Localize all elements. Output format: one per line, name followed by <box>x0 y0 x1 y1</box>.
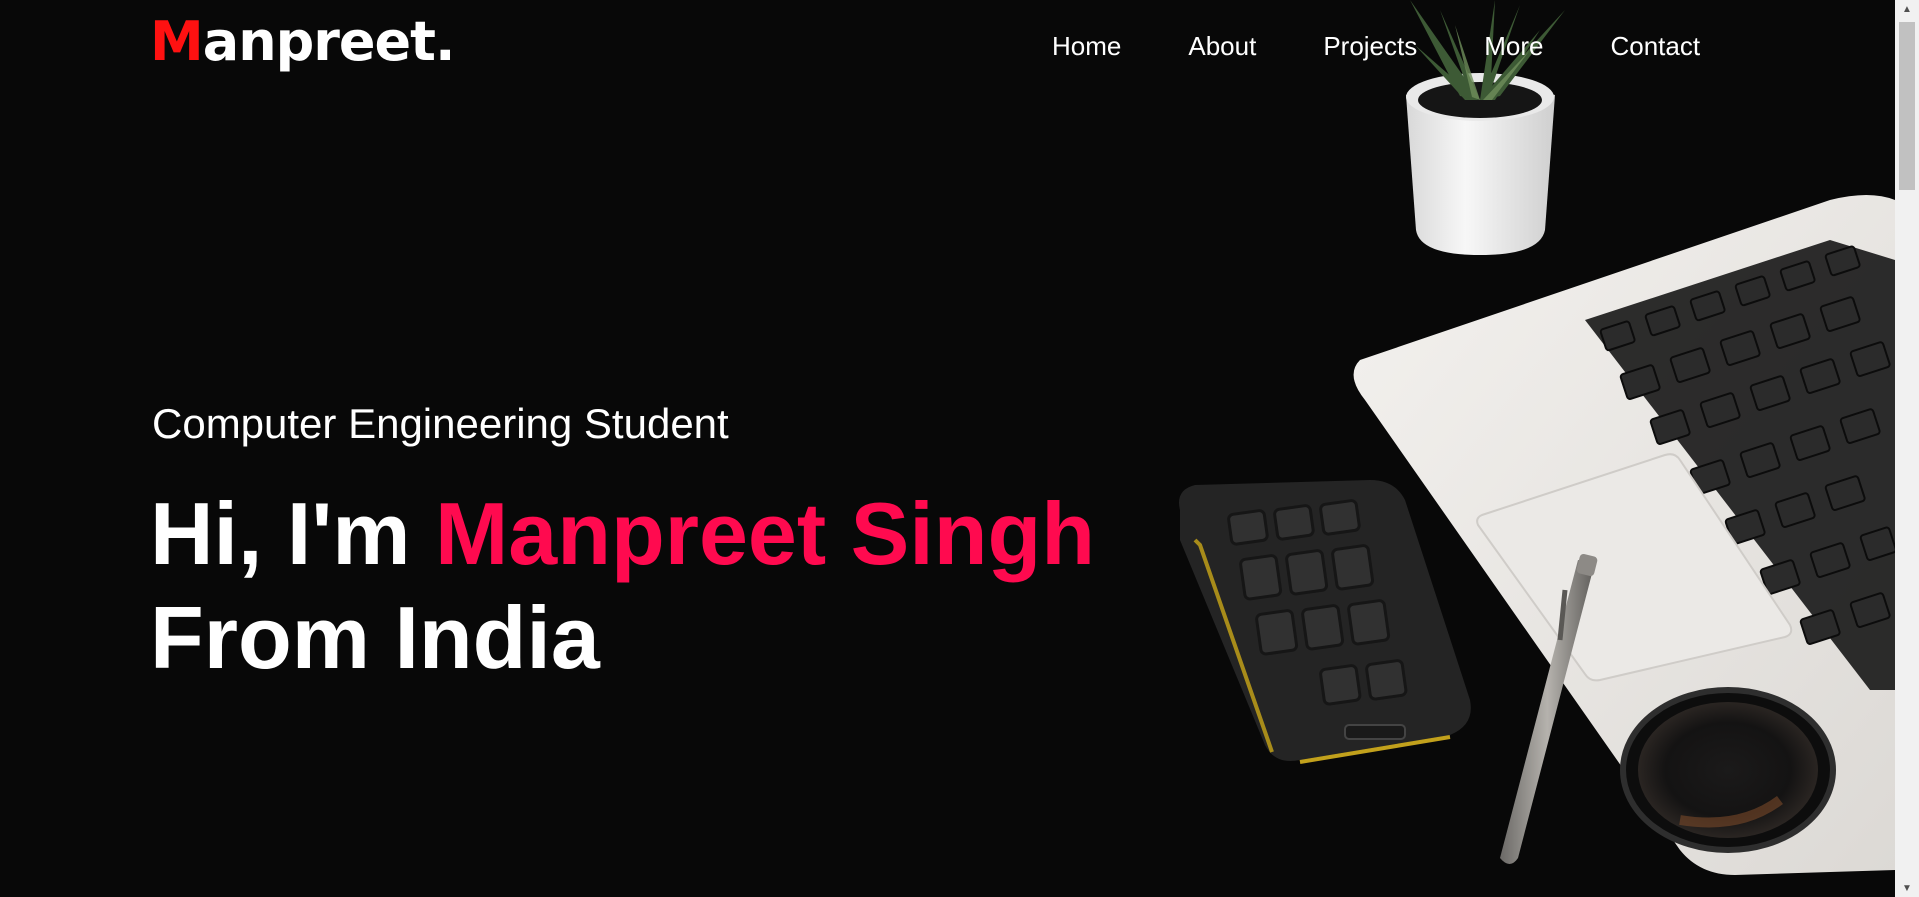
hero-greeting: Hi, I'm <box>150 484 435 583</box>
site-logo[interactable]: Manpreet. <box>150 10 455 73</box>
logo-rest: anpreet. <box>202 10 456 73</box>
site-header: Manpreet. Home About Projects More Conta… <box>0 0 1895 100</box>
triangle-up-icon[interactable]: ▲ <box>1895 0 1919 18</box>
card-case-illustration <box>1179 480 1471 764</box>
logo-first-letter: M <box>150 10 204 73</box>
nav-link-home[interactable]: Home <box>1052 31 1121 62</box>
page: Manpreet. Home About Projects More Conta… <box>0 0 1919 897</box>
hero-headline: Hi, I'm Manpreet Singh From India <box>150 482 1095 690</box>
nav-link-contact[interactable]: Contact <box>1610 31 1700 62</box>
nav-link-projects[interactable]: Projects <box>1323 31 1417 62</box>
vertical-scrollbar[interactable]: ▲ ▼ <box>1895 0 1919 897</box>
nav-link-more[interactable]: More <box>1484 31 1543 62</box>
hero-subtitle: Computer Engineering Student <box>152 400 729 447</box>
lens-filter-illustration <box>1620 687 1836 853</box>
scrollbar-thumb[interactable] <box>1899 22 1915 190</box>
hero-name: Manpreet Singh <box>434 484 1096 583</box>
triangle-down-icon[interactable]: ▼ <box>1895 879 1919 897</box>
hero-location: From India <box>150 588 600 687</box>
main-nav: Home About Projects More Contact <box>1052 31 1700 62</box>
nav-link-about[interactable]: About <box>1188 31 1256 62</box>
hero-section: Computer Engineering Student Hi, I'm Man… <box>150 400 1095 690</box>
